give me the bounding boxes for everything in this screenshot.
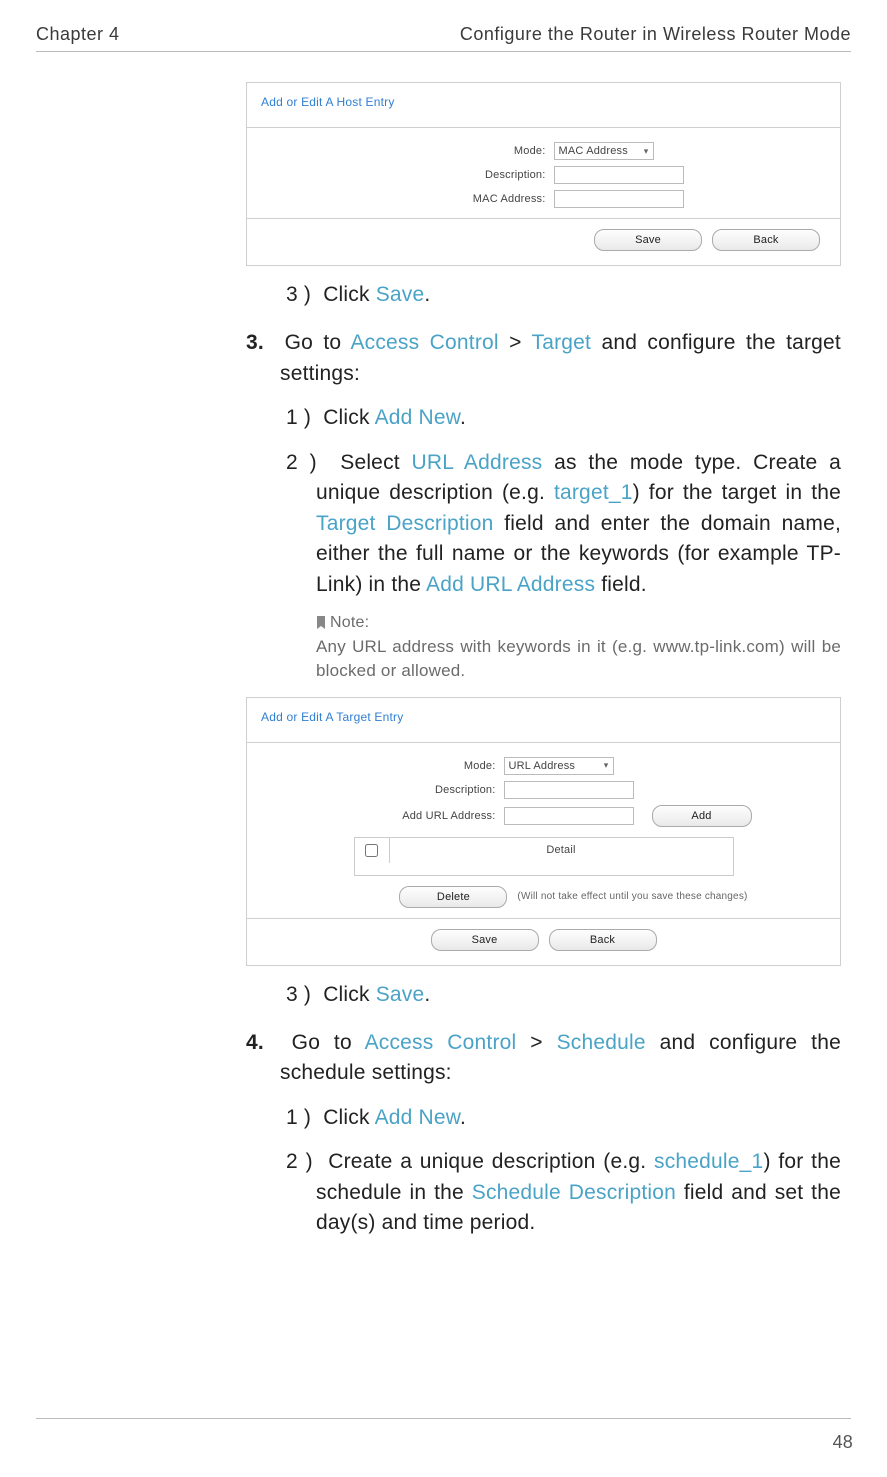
back-button[interactable]: Back	[549, 929, 657, 951]
screenshot-title: Add or Edit A Target Entry	[247, 698, 840, 743]
access-control-link: Access Control	[350, 331, 498, 354]
bookmark-icon	[316, 616, 326, 630]
mac-input[interactable]	[554, 190, 684, 208]
substep-4-2: 2 ) Create a unique description (e.g. sc…	[286, 1147, 841, 1238]
footer-rule	[36, 1418, 851, 1419]
detail-table-body	[354, 863, 734, 876]
save-link: Save	[376, 983, 425, 1006]
running-head-title: Configure the Router in Wireless Router …	[460, 24, 851, 45]
save-button[interactable]: Save	[594, 229, 702, 251]
mac-label: MAC Address:	[366, 193, 546, 205]
url-address-link: URL Address	[412, 451, 543, 474]
screenshot-body: Mode: URL Address Description: Add URL A…	[247, 743, 840, 919]
mode-label: Mode:	[336, 760, 496, 772]
description-input[interactable]	[554, 166, 684, 184]
description-label: Description:	[336, 784, 496, 796]
add-new-link: Add New	[375, 1106, 460, 1129]
target-description-link: Target Description	[316, 512, 494, 535]
substep-3-2: 2 ) Select URL Address as the mode type.…	[286, 448, 841, 600]
detail-column-header: Detail	[390, 838, 733, 863]
mode-select[interactable]: URL Address	[504, 757, 614, 775]
schedule-link: Schedule	[557, 1031, 646, 1054]
delete-button[interactable]: Delete	[399, 886, 507, 908]
target-link: Target	[532, 331, 592, 354]
back-button[interactable]: Back	[712, 229, 820, 251]
screenshot-actions: Save Back	[247, 219, 840, 265]
header-rule	[36, 51, 851, 52]
substep-3-1: 1 ) Click Add New.	[286, 403, 841, 433]
screenshot-host-entry: Add or Edit A Host Entry Mode: MAC Addre…	[246, 82, 841, 266]
add-url-label: Add URL Address:	[336, 810, 496, 822]
substep-4-1: 1 ) Click Add New.	[286, 1103, 841, 1133]
target-1-text: target_1	[554, 481, 633, 504]
step-3: 3. Go to Access Control > Target and con…	[246, 328, 841, 389]
mode-select[interactable]: MAC Address	[554, 142, 654, 160]
description-input[interactable]	[504, 781, 634, 799]
select-all-checkbox[interactable]	[365, 844, 378, 857]
detail-table: Detail	[354, 837, 734, 876]
access-control-link: Access Control	[365, 1031, 517, 1054]
note-body: Any URL address with keywords in it (e.g…	[316, 635, 841, 683]
note-block: Note: Any URL address with keywords in i…	[316, 614, 841, 683]
running-head-chapter: Chapter 4	[36, 24, 120, 45]
screenshot-target-entry: Add or Edit A Target Entry Mode: URL Add…	[246, 697, 841, 966]
substep-3: 3 ) Click Save.	[286, 280, 841, 310]
schedule-description-link: Schedule Description	[472, 1181, 676, 1204]
substep-target-3: 3 ) Click Save.	[286, 980, 841, 1010]
page-number: 48	[833, 1432, 853, 1453]
screenshot-actions: Save Back	[247, 919, 840, 965]
screenshot-title: Add or Edit A Host Entry	[247, 83, 840, 128]
schedule-1-text: schedule_1	[654, 1150, 763, 1173]
screenshot-body: Mode: MAC Address Description: MAC Addre…	[247, 128, 840, 219]
add-new-link: Add New	[375, 406, 460, 429]
save-link: Save	[376, 283, 425, 306]
mode-label: Mode:	[366, 145, 546, 157]
add-url-address-link: Add URL Address	[426, 573, 595, 596]
add-button[interactable]: Add	[652, 805, 752, 827]
url-input[interactable]	[504, 807, 634, 825]
save-button[interactable]: Save	[431, 929, 539, 951]
step-4: 4. Go to Access Control > Schedule and c…	[246, 1028, 841, 1089]
note-heading: Note:	[316, 614, 369, 632]
description-label: Description:	[366, 169, 546, 181]
delete-hint: (Will not take effect until you save the…	[517, 891, 747, 902]
